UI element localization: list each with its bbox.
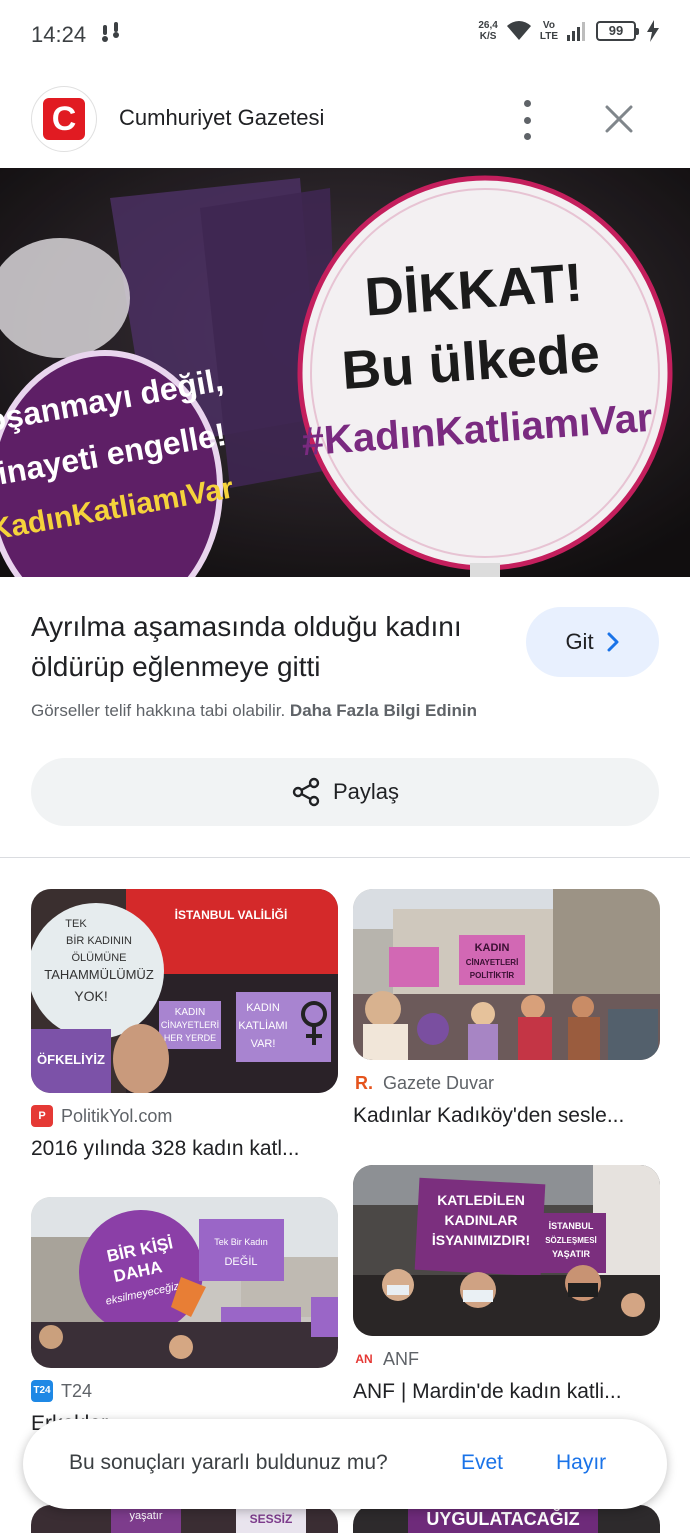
- svg-text:DEĞİL: DEĞİL: [224, 1255, 257, 1268]
- divider: [0, 857, 690, 858]
- related-source: T24 T24: [31, 1380, 338, 1402]
- related-title: ANF | Mardin'de kadın katli...: [353, 1380, 622, 1403]
- t24-favicon-icon: T24: [31, 1380, 53, 1402]
- share-button[interactable]: Paylaş: [31, 758, 659, 826]
- related-thumbnail[interactable]: BİR KİŞİ DAHA eksilmeyeceğiz Tek Bir Kad…: [31, 1197, 338, 1368]
- related-card[interactable]: KATLEDİLEN KADINLAR İSYANIMIZDIR! İSTANB…: [353, 1165, 660, 1404]
- politikyol-favicon-icon: P: [31, 1105, 53, 1127]
- share-label: Paylaş: [332, 779, 400, 804]
- charging-icon: [647, 20, 659, 42]
- copyright-notice: Görseller telif hakkına tabi olabilir. D…: [31, 701, 477, 720]
- svg-text:İSTANBUL: İSTANBUL: [549, 1221, 594, 1231]
- related-source: R. Gazete Duvar: [353, 1072, 495, 1094]
- learn-more-link[interactable]: Daha Fazla Bilgi Edinin: [290, 701, 477, 720]
- svg-text:ÖLÜMÜNE: ÖLÜMÜNE: [71, 952, 126, 964]
- svg-text:yaşatır: yaşatır: [129, 1510, 162, 1522]
- signal-icon: [567, 22, 585, 41]
- svg-text:POLİTİKTİR: POLİTİKTİR: [470, 971, 515, 980]
- viewer-header: C Cumhuriyet Gazetesi: [0, 70, 690, 168]
- svg-text:BİR KADININ: BİR KADININ: [66, 934, 132, 947]
- related-title: Kadınlar Kadıköy'den sesle...: [353, 1104, 625, 1127]
- feedback-no-button[interactable]: Hayır: [556, 1451, 606, 1475]
- status-time: 14:24: [31, 22, 87, 47]
- share-icon: [292, 777, 320, 807]
- related-card[interactable]: İSTANBUL VALİLİĞİ TEK BİR KADININ ÖLÜMÜN…: [31, 889, 338, 1161]
- svg-text:SESSİZ: SESSİZ: [250, 1511, 293, 1526]
- svg-text:KATLEDİLEN: KATLEDİLEN: [437, 1192, 525, 1208]
- status-bar: 14:24 26,4 K/S Vo LTE 99: [0, 0, 690, 70]
- svg-text:İSTANBUL VALİLİĞİ: İSTANBUL VALİLİĞİ: [175, 907, 288, 922]
- hero-image[interactable]: Boşanmayı değil, cinayeti engelle! #Kadı…: [0, 168, 690, 577]
- go-button[interactable]: Git: [526, 607, 659, 677]
- feedback-yes-button[interactable]: Evet: [461, 1451, 503, 1475]
- svg-text:KADINLAR: KADINLAR: [444, 1212, 517, 1228]
- related-title: 2016 yılında 328 kadın katl...: [31, 1137, 300, 1160]
- related-card[interactable]: KADIN CİNAYETLERİ POLİTİKTİR R. Gazete D…: [353, 889, 660, 1128]
- more-options-icon[interactable]: [512, 100, 542, 140]
- gazete-duvar-favicon-icon: R.: [353, 1072, 375, 1094]
- svg-text:VAR!: VAR!: [251, 1038, 276, 1050]
- volte-indicator: Vo LTE: [539, 20, 558, 42]
- svg-text:YAŞATIR: YAŞATIR: [552, 1249, 591, 1259]
- related-thumbnail[interactable]: KATLEDİLEN KADINLAR İSYANIMIZDIR! İSTANB…: [353, 1165, 660, 1336]
- related-thumbnail-peek[interactable]: UYGULATACAĞIZ: [353, 1505, 660, 1533]
- svg-text:TEK: TEK: [65, 918, 87, 930]
- status-icons: 26,4 K/S Vo LTE 99: [478, 20, 660, 42]
- svg-text:YOK!: YOK!: [74, 988, 107, 1004]
- source-name[interactable]: Cumhuriyet Gazetesi: [119, 105, 324, 131]
- svg-text:Tek Bir Kadın: Tek Bir Kadın: [214, 1237, 268, 1247]
- notification-icon: [100, 22, 122, 52]
- battery-icon: 99: [596, 21, 639, 41]
- related-thumbnail[interactable]: KADIN CİNAYETLERİ POLİTİKTİR: [353, 889, 660, 1060]
- related-source: AN ANF: [353, 1348, 660, 1370]
- svg-text:CİNAYETLERİ: CİNAYETLERİ: [466, 958, 519, 967]
- svg-text:ÖFKELİYİZ: ÖFKELİYİZ: [37, 1052, 105, 1067]
- svg-text:TAHAMMÜLÜMÜZ: TAHAMMÜLÜMÜZ: [44, 967, 154, 982]
- svg-text:SÖZLEŞMESİ: SÖZLEŞMESİ: [545, 1236, 597, 1245]
- wifi-icon: [506, 21, 531, 40]
- related-thumbnail-peek[interactable]: yaşatır SESSİZ: [31, 1505, 338, 1533]
- anf-favicon-icon: AN: [353, 1348, 375, 1370]
- article-title: Ayrılma aşamasında olduğu kadını öldürüp…: [31, 611, 462, 682]
- related-card[interactable]: BİR KİŞİ DAHA eksilmeyeceğiz Tek Bir Kad…: [31, 1197, 338, 1436]
- chevron-right-icon: [607, 632, 619, 652]
- close-icon[interactable]: [600, 100, 638, 138]
- svg-text:İSYANIMIZDIR!: İSYANIMIZDIR!: [432, 1232, 530, 1248]
- related-source: P PolitikYol.com: [31, 1105, 338, 1127]
- svg-text:KADIN: KADIN: [246, 1002, 280, 1014]
- feedback-question: Bu sonuçları yararlı buldunuz mu?: [69, 1451, 388, 1474]
- svg-text:CİNAYETLERİ: CİNAYETLERİ: [161, 1020, 219, 1030]
- svg-text:KATLİAMI: KATLİAMI: [238, 1019, 287, 1032]
- feedback-bar: Bu sonuçları yararlı buldunuz mu? Evet H…: [23, 1419, 667, 1509]
- svg-text:KADIN: KADIN: [475, 942, 510, 954]
- source-logo[interactable]: C: [32, 87, 96, 151]
- go-label: Git: [565, 629, 594, 654]
- svg-text:KADIN: KADIN: [175, 1007, 206, 1018]
- net-speed: 26,4 K/S: [478, 20, 498, 42]
- svg-text:UYGULATACAĞIZ: UYGULATACAĞIZ: [426, 1508, 579, 1529]
- cumhuriyet-logo-icon: C: [43, 98, 85, 140]
- svg-text:HER YERDE: HER YERDE: [164, 1033, 216, 1043]
- related-thumbnail[interactable]: İSTANBUL VALİLİĞİ TEK BİR KADININ ÖLÜMÜN…: [31, 889, 338, 1093]
